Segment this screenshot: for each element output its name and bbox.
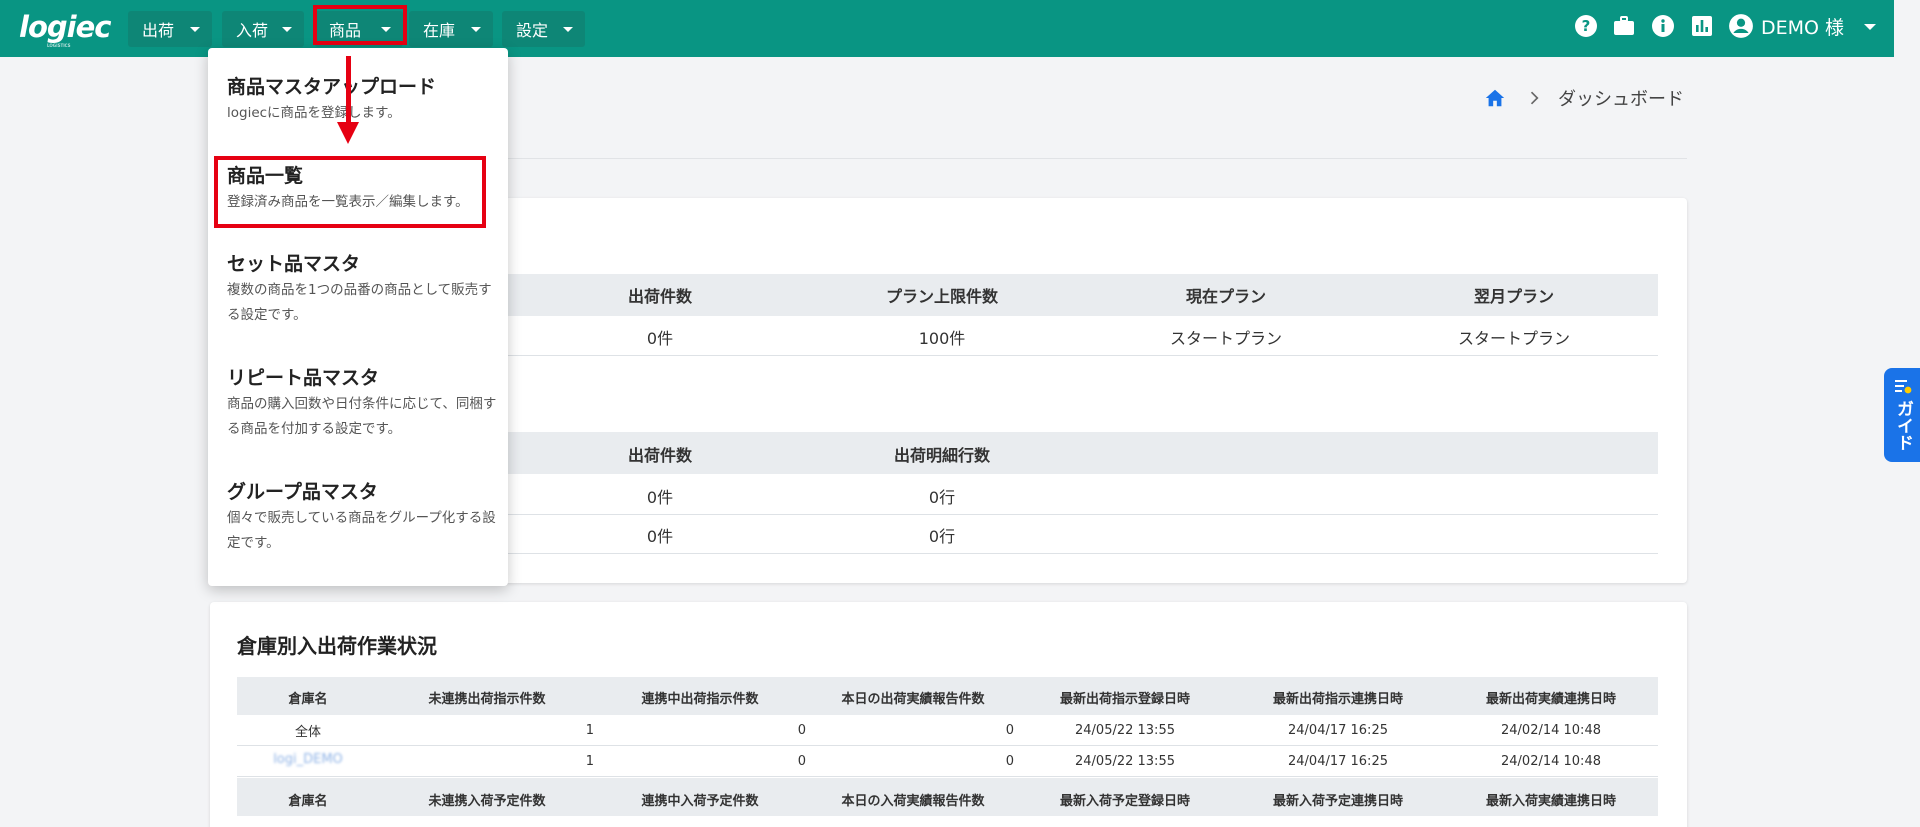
breadcrumb-current: ダッシュボード	[1558, 89, 1684, 110]
menu-item-title: 商品マスタアップロード	[227, 76, 437, 98]
nav-settings[interactable]: 設定	[502, 11, 585, 47]
guide-label: ガイド	[1893, 400, 1913, 451]
column-header: 連携中出荷指示件数	[641, 692, 759, 707]
chevron-down-icon	[471, 27, 481, 32]
column-header: 翌月プラン	[1473, 287, 1554, 306]
table-cell: 0件	[646, 488, 674, 507]
table-cell: 24/04/17 16:25	[1288, 754, 1388, 769]
column-header: 倉庫名	[288, 692, 328, 707]
table-cell: 0	[1005, 754, 1014, 769]
menu-item-repeat-master[interactable]: リピート品マスタ 商品の購入回数や日付条件に応じて、同梱する商品を付加する設定で…	[208, 358, 508, 458]
column-header: 未連携入荷予定件数	[428, 794, 546, 809]
column-header: 出荷明細行数	[893, 446, 990, 465]
table-cell: 100件	[918, 329, 966, 348]
column-header: プラン上限件数	[885, 287, 998, 306]
column-header: 出荷件数	[627, 287, 692, 306]
chevron-down-icon	[1864, 24, 1876, 30]
table-cell: 24/05/22 13:55	[1075, 723, 1175, 738]
nav-products-highlight	[313, 5, 407, 45]
column-header: 最新出荷指示登録日時	[1059, 692, 1190, 707]
menu-item-title: セット品マスタ	[227, 253, 361, 275]
nav-shipping-label: 出荷	[142, 21, 175, 40]
chevron-down-icon	[563, 27, 573, 32]
nav-shipping[interactable]: 出荷	[128, 11, 212, 47]
home-icon[interactable]	[1484, 87, 1506, 109]
user-name: DEMO 様	[1761, 16, 1845, 39]
table-cell: 0行	[928, 488, 956, 507]
column-header: 最新出荷実績連携日時	[1485, 692, 1616, 707]
column-header: 最新入荷実績連携日時	[1485, 794, 1616, 809]
user-menu[interactable]: DEMO 様	[1728, 12, 1876, 40]
menu-item-desc: logiecに商品を登録します。	[227, 105, 401, 121]
menu-item-title: グループ品マスタ	[227, 481, 378, 503]
chevron-right-icon	[1530, 91, 1539, 105]
row-divider	[237, 745, 1658, 746]
column-header: 現在プラン	[1185, 287, 1266, 306]
guide-list-icon	[1895, 380, 1912, 394]
table-cell: 1	[585, 723, 594, 738]
row-divider	[237, 776, 1658, 777]
menu-item-title: リピート品マスタ	[227, 367, 380, 389]
chevron-down-icon	[282, 27, 292, 32]
column-header: 最新出荷指示連携日時	[1272, 692, 1403, 707]
column-header: 未連携出荷指示件数	[428, 692, 546, 707]
logo[interactable]: logiec LOGISTICS	[19, 10, 111, 48]
briefcase-icon[interactable]	[1612, 14, 1636, 38]
section-title: 倉庫別入出荷作業状況	[237, 634, 437, 658]
table-cell: スタートプラン	[1169, 329, 1282, 348]
table-cell: スタートプラン	[1457, 329, 1570, 348]
table-cell: 24/04/17 16:25	[1288, 723, 1388, 738]
table-cell: 0件	[646, 527, 674, 546]
column-header: 本日の入荷実績報告件数	[841, 794, 985, 809]
menu-item-desc: 複数の商品を1つの品番の商品として販売する設定です。	[227, 282, 492, 323]
nav-inventory[interactable]: 在庫	[409, 11, 493, 47]
table-cell: 1	[585, 754, 594, 769]
help-icon[interactable]: ?	[1574, 14, 1598, 38]
menu-item-desc: 商品の購入回数や日付条件に応じて、同梱する商品を付加する設定です。	[227, 396, 497, 437]
menu-item-desc: 個々で販売している商品をグループ化する設定です。	[227, 510, 496, 551]
product-list-highlight	[214, 156, 486, 228]
nav-receiving[interactable]: 入荷	[222, 11, 304, 47]
column-header: 倉庫名	[288, 794, 328, 809]
table-cell: 0	[1005, 723, 1014, 738]
menu-item-set-master[interactable]: セット品マスタ 複数の商品を1つの品番の商品として販売する設定です。	[208, 244, 508, 344]
svg-text:?: ?	[1582, 17, 1591, 35]
chevron-down-icon	[190, 27, 200, 32]
warehouse-name: 全体	[294, 725, 321, 740]
column-header: 最新入荷予定登録日時	[1059, 794, 1190, 809]
logo-text: logiec	[19, 10, 111, 44]
table-cell: 0件	[646, 329, 674, 348]
chart-icon[interactable]	[1690, 14, 1714, 38]
column-header: 出荷件数	[627, 446, 692, 465]
info-icon[interactable]	[1651, 14, 1675, 38]
nav-receiving-label: 入荷	[236, 21, 269, 40]
annotation-arrow-shaft	[346, 56, 351, 128]
nav-inventory-label: 在庫	[423, 21, 456, 40]
column-header: 最新入荷予定連携日時	[1272, 794, 1403, 809]
menu-item-group-master[interactable]: グループ品マスタ 個々で販売している商品をグループ化する設定です。	[208, 472, 508, 572]
table-cell: 0	[797, 723, 806, 738]
arrow-down-icon	[337, 122, 359, 144]
warehouse-link[interactable]: logi_DEMO	[248, 752, 368, 767]
breadcrumb: ダッシュボード	[1484, 86, 1684, 110]
table-cell: 24/05/22 13:55	[1075, 754, 1175, 769]
table-cell: 0	[797, 754, 806, 769]
account-icon	[1729, 14, 1753, 38]
guide-tab[interactable]: ガイド	[1884, 368, 1920, 462]
nav-settings-label: 設定	[516, 21, 549, 40]
table-cell: 24/02/14 10:48	[1501, 754, 1601, 769]
column-header: 連携中入荷予定件数	[641, 794, 759, 809]
logo-subtext: LOGISTICS	[47, 43, 71, 48]
table-cell: 24/02/14 10:48	[1501, 723, 1601, 738]
table-cell: 0行	[928, 527, 956, 546]
column-header: 本日の出荷実績報告件数	[841, 692, 985, 707]
